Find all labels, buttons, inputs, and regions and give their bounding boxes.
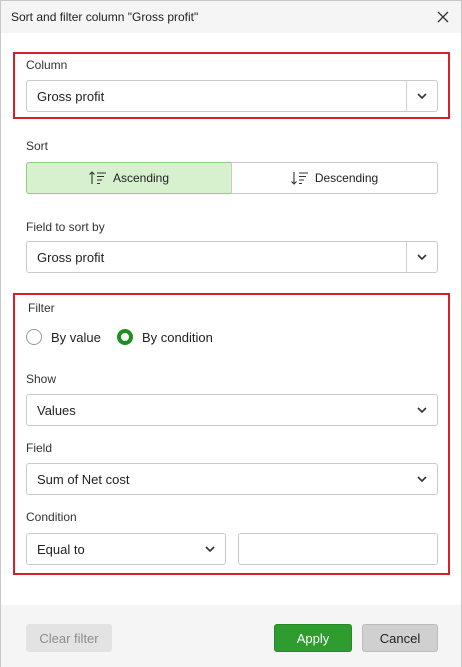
show-select[interactable]: Values [26,394,438,426]
sort-descending-button[interactable]: Descending [231,162,438,194]
sort-descending-icon [290,172,308,185]
filter-by-condition-radio[interactable]: By condition [117,329,213,345]
close-button[interactable] [431,5,455,29]
field-select-value: Sum of Net cost [37,472,130,487]
show-label: Show [26,372,57,386]
sort-field-label: Field to sort by [26,220,105,234]
condition-label: Condition [26,510,77,524]
column-label: Column [26,58,68,72]
column-select[interactable]: Gross profit [26,80,438,112]
chevron-down-icon [417,476,427,483]
chevron-down-icon [205,546,215,553]
sort-field-select[interactable]: Gross profit [26,241,438,273]
condition-value-input[interactable] [238,533,438,565]
dialog-footer: Clear filter Apply Cancel [1,605,461,667]
chevron-down-icon [417,254,427,261]
radio-circle [26,329,42,345]
select-divider [406,81,407,111]
close-icon [437,11,449,23]
condition-select-value: Equal to [37,542,85,557]
sort-filter-dialog: Sort and filter column "Gross profit" Co… [0,0,462,667]
filter-label: Filter [28,301,55,315]
sort-ascending-button[interactable]: Ascending [26,162,232,194]
sort-field-select-value: Gross profit [37,250,105,265]
radio-circle-selected [117,329,133,345]
sort-ascending-label: Ascending [112,171,170,185]
chevron-down-icon [417,93,427,100]
field-label: Field [26,441,53,455]
select-divider [406,242,407,272]
filter-by-value-radio[interactable]: By value [26,329,101,345]
condition-select[interactable]: Equal to [26,533,226,565]
filter-by-value-label: By value [51,329,101,345]
filter-by-condition-label: By condition [142,329,213,345]
title-bar: Sort and filter column "Gross profit" [1,1,461,33]
column-select-value: Gross profit [37,89,105,104]
dialog-title: Sort and filter column "Gross profit" [11,10,199,24]
chevron-down-icon [417,407,427,414]
apply-button[interactable]: Apply [274,624,352,652]
field-select[interactable]: Sum of Net cost [26,463,438,495]
dialog-body: Column Gross profit Sort Ascending Desce… [1,33,461,605]
show-select-value: Values [37,403,76,418]
sort-order-toggle: Ascending Descending [26,162,438,194]
sort-ascending-icon [89,171,106,185]
sort-descending-label: Descending [314,171,379,185]
cancel-button[interactable]: Cancel [362,624,438,652]
clear-filter-button[interactable]: Clear filter [26,624,112,652]
sort-label: Sort [26,139,49,153]
